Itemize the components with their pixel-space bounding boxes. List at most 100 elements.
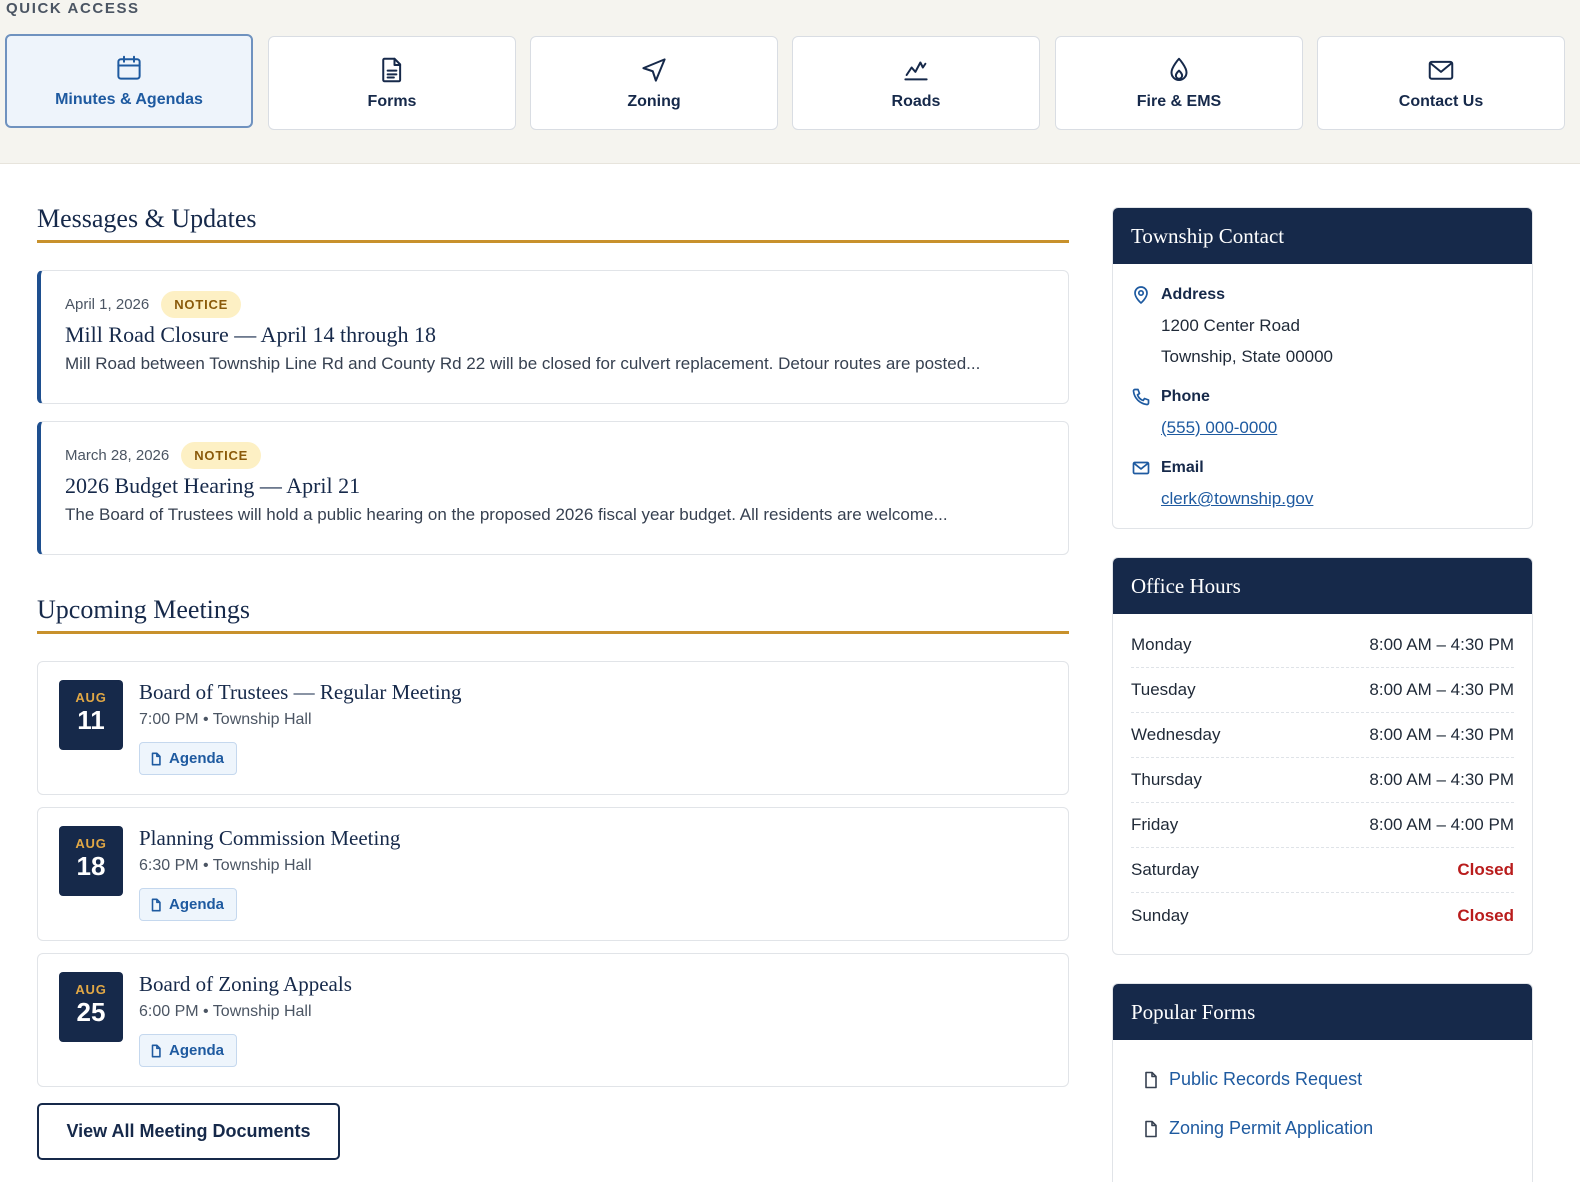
message-excerpt: Mill Road between Township Line Rd and C… [65,354,981,373]
quick-access-label: Forms [367,93,417,110]
view-all-meeting-documents-button[interactable]: View All Meeting Documents [37,1103,340,1160]
quick-access-roads[interactable]: Roads [792,36,1040,130]
meeting-date-box: AUG 25 [59,972,123,1042]
hours-time: 8:00 AM – 4:30 PM [1369,680,1514,699]
quick-access-forms[interactable]: Forms [268,36,516,130]
message-card[interactable]: March 28, 2026 NOTICE 2026 Budget Hearin… [37,421,1069,555]
meeting-month: AUG [75,982,107,997]
contact-address: Address 1200 Center Road Township, State… [1113,285,1532,372]
meeting-month: AUG [75,836,107,851]
meetings-heading-block: Upcoming Meetings [37,595,1069,634]
hours-day: Friday [1131,815,1179,834]
email-link[interactable]: clerk@township.gov [1161,483,1532,514]
form-link-label: Public Records Request [1169,1069,1363,1089]
document-icon [1145,1071,1157,1088]
hours-time: 8:00 AM – 4:30 PM [1369,770,1514,789]
hours-day: Tuesday [1131,680,1196,699]
office-hours-heading: Office Hours [1113,558,1532,614]
notice-badge: NOTICE [161,291,242,318]
hours-row: Friday 8:00 AM – 4:00 PM [1131,803,1514,848]
hours-day: Wednesday [1131,725,1221,744]
message-title[interactable]: Mill Road Closure — April 14 through 18 [65,322,1044,348]
messages-heading: Messages & Updates [37,204,257,233]
hours-day: Thursday [1131,770,1202,789]
quick-access-contact-us[interactable]: Contact Us [1317,36,1565,130]
form-link-zoning-permit-application[interactable]: Zoning Permit Application [1113,1104,1532,1153]
agenda-label: Agenda [169,750,225,767]
calendar-icon [117,55,141,80]
agenda-button[interactable]: Agenda [139,1034,238,1067]
email-label: Email [1161,459,1204,476]
quick-access-label: Zoning [627,93,681,110]
agenda-button[interactable]: Agenda [139,742,238,775]
message-title[interactable]: 2026 Budget Hearing — April 21 [65,473,1044,499]
meeting-title: Planning Commission Meeting [139,826,401,850]
agenda-button[interactable]: Agenda [139,888,238,921]
document-icon [1145,1120,1157,1137]
address-line-1: 1200 Center Road [1161,316,1300,335]
popular-forms-card: Popular Forms Public Records Request Zon… [1112,983,1533,1182]
quick-access-minutes-agendas[interactable]: Minutes & Agendas [5,34,253,128]
meetings-heading: Upcoming Meetings [37,595,251,624]
meeting-day: 18 [76,851,106,881]
hours-row: Sunday Closed [1131,893,1514,938]
meeting-card: AUG 18 Planning Commission Meeting 6:30 … [37,807,1069,941]
meeting-title: Board of Zoning Appeals [139,972,352,996]
hours-row: Wednesday 8:00 AM – 4:30 PM [1131,713,1514,758]
agenda-label: Agenda [169,1042,225,1059]
hours-time: 8:00 AM – 4:30 PM [1369,635,1514,654]
phone-label: Phone [1161,388,1210,405]
meeting-time-location: 6:30 PM • Township Hall [139,857,312,874]
hours-day: Monday [1131,635,1192,654]
document-icon [151,898,161,911]
meeting-card: AUG 11 Board of Trustees — Regular Meeti… [37,661,1069,795]
hours-row: Monday 8:00 AM – 4:30 PM [1131,623,1514,668]
township-contact-heading: Township Contact [1113,208,1532,264]
quick-access-zoning[interactable]: Zoning [530,36,778,130]
hours-closed: Closed [1457,860,1514,879]
meeting-month: AUG [75,690,107,705]
address-label: Address [1161,286,1226,303]
quick-access-fire-ems[interactable]: Fire & EMS [1055,36,1303,130]
phone-icon [1132,388,1150,406]
meeting-day: 11 [77,705,105,735]
contact-phone: Phone (555) 000-0000 [1113,387,1532,443]
messages-heading-block: Messages & Updates [37,204,1069,243]
navigation-icon [642,58,666,82]
phone-link[interactable]: (555) 000-0000 [1161,412,1532,443]
meeting-date-box: AUG 18 [59,826,123,896]
mail-icon [1428,60,1454,80]
meeting-time-location: 7:00 PM • Township Hall [139,711,312,728]
hours-row: Saturday Closed [1131,848,1514,893]
quick-access-label: Contact Us [1398,93,1484,110]
hours-row: Tuesday 8:00 AM – 4:30 PM [1131,668,1514,713]
message-excerpt: The Board of Trustees will hold a public… [65,505,948,524]
meeting-time-location: 6:00 PM • Township Hall [139,1003,312,1020]
hours-closed: Closed [1457,905,1514,925]
office-hours-table: Monday 8:00 AM – 4:30 PM Tuesday 8:00 AM… [1113,614,1532,938]
contact-email: Email clerk@township.gov [1113,458,1532,514]
address-line-2: Township, State 00000 [1161,347,1334,366]
map-pin-icon [1134,286,1148,304]
hours-time: 8:00 AM – 4:00 PM [1369,815,1514,834]
popular-forms-heading: Popular Forms [1113,984,1532,1040]
office-hours-card: Office Hours Monday 8:00 AM – 4:30 PM Tu… [1112,557,1533,955]
chart-line-icon [904,61,928,81]
message-card[interactable]: April 1, 2026 NOTICE Mill Road Closure —… [37,270,1069,404]
hours-day: Sunday [1131,905,1189,925]
hours-row: Thursday 8:00 AM – 4:30 PM [1131,758,1514,803]
hours-day: Saturday [1131,860,1200,879]
document-icon [151,752,161,765]
hours-time: 8:00 AM – 4:30 PM [1369,725,1514,744]
meeting-date-box: AUG 11 [59,680,123,750]
document-icon [382,57,402,83]
message-date: March 28, 2026 [65,447,170,464]
meeting-card: AUG 25 Board of Zoning Appeals 6:00 PM •… [37,953,1069,1087]
notice-badge: NOTICE [181,442,262,469]
mail-icon [1132,461,1150,475]
message-date: April 1, 2026 [65,296,150,313]
flame-icon [1170,57,1188,81]
document-icon [151,1044,161,1057]
township-contact-card: Township Contact Address 1200 Center Roa… [1112,207,1533,529]
form-link-public-records-request[interactable]: Public Records Request [1113,1055,1532,1104]
